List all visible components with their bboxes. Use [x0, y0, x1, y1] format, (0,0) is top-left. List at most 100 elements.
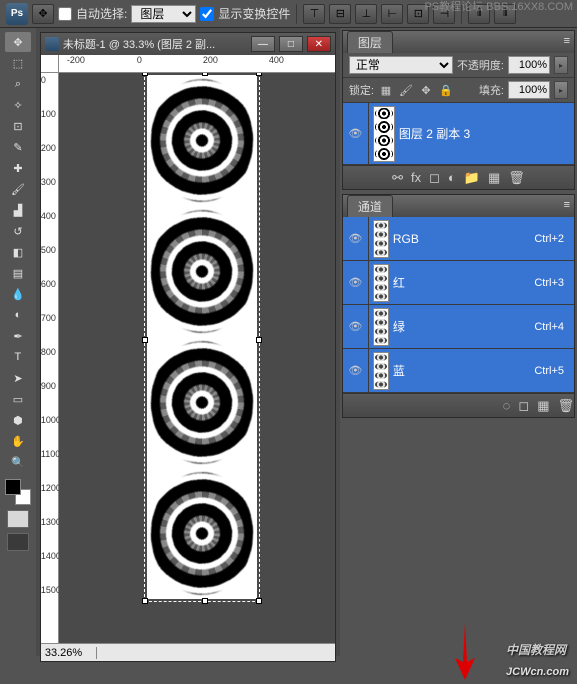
tool-palette: ✥ ⬚ ⌕ ✧ ⊡ ✎ ✚ 🖌 ▟ ↺ ◧ ▤ 💧 ◐ ✒ T ➤ ▭ ⬢ ✋ … [0, 28, 36, 656]
brush-tool[interactable]: 🖌 [5, 179, 31, 199]
channel-row-blue[interactable]: 👁 蓝 Ctrl+5 [343, 349, 574, 393]
type-tool[interactable]: T [5, 347, 31, 367]
lock-all-icon[interactable]: 🔒 [438, 82, 454, 98]
align-vcenter-icon[interactable]: ⊟ [329, 4, 351, 24]
3d-tool[interactable]: ⬢ [5, 410, 31, 430]
lock-pixels-icon[interactable]: 🖌 [398, 82, 414, 98]
crop-tool[interactable]: ⊡ [5, 116, 31, 136]
channel-thumbnail[interactable] [373, 352, 389, 390]
lock-transparent-icon[interactable]: ▦ [378, 82, 394, 98]
delete-channel-icon[interactable]: 🗑 [557, 398, 574, 414]
color-swatch[interactable] [5, 479, 31, 505]
panel-menu-icon[interactable]: ≡ [564, 35, 570, 47]
hand-tool[interactable]: ✋ [5, 431, 31, 451]
align-bottom-icon[interactable]: ⊥ [355, 4, 377, 24]
visibility-toggle-icon[interactable]: 👁 [343, 305, 369, 348]
align-left-icon[interactable]: ⊢ [381, 4, 403, 24]
layer-name[interactable]: 图层 2 副本 3 [399, 125, 470, 142]
new-channel-icon[interactable]: ▦ [537, 398, 549, 414]
new-layer-icon[interactable]: ▦ [488, 170, 500, 186]
transform-handle-ml[interactable] [142, 337, 148, 343]
transform-handle-br[interactable] [256, 598, 262, 604]
lock-position-icon[interactable]: ✥ [418, 82, 434, 98]
minimize-button[interactable]: — [251, 36, 275, 52]
wand-tool[interactable]: ✧ [5, 95, 31, 115]
channel-shortcut: Ctrl+5 [534, 365, 574, 377]
channel-thumbnail[interactable] [373, 220, 389, 258]
transform-handle-tc[interactable] [202, 73, 208, 76]
channel-list[interactable]: 👁 RGB Ctrl+2 👁 红 Ctrl+3 👁 绿 Ctrl+4 [343, 217, 574, 393]
pen-tool[interactable]: ✒ [5, 326, 31, 346]
tab-channels[interactable]: 通道 [347, 195, 393, 217]
layer-thumbnail[interactable] [373, 106, 395, 162]
show-transform-checkbox[interactable] [200, 7, 214, 21]
layer-row[interactable]: 👁 图层 2 副本 3 [343, 103, 574, 165]
auto-select-checkbox[interactable] [58, 7, 72, 21]
zoom-field[interactable]: 33.26% [41, 647, 97, 659]
canvas[interactable] [147, 75, 257, 599]
channel-name: 绿 [393, 318, 534, 335]
channel-thumbnail[interactable] [373, 308, 389, 346]
dodge-tool[interactable]: ◐ [5, 305, 31, 325]
eyedropper-tool[interactable]: ✎ [5, 137, 31, 157]
transform-handle-bc[interactable] [202, 598, 208, 604]
visibility-toggle-icon[interactable]: 👁 [343, 103, 369, 164]
stamp-tool[interactable]: ▟ [5, 200, 31, 220]
transform-handle-bl[interactable] [142, 598, 148, 604]
channel-name: RGB [393, 232, 534, 246]
visibility-toggle-icon[interactable]: 👁 [343, 349, 369, 392]
move-tool[interactable]: ✥ [5, 32, 31, 52]
blur-tool[interactable]: 💧 [5, 284, 31, 304]
channel-row-red[interactable]: 👁 红 Ctrl+3 [343, 261, 574, 305]
visibility-toggle-icon[interactable]: 👁 [343, 217, 369, 260]
watermark-top: PS教程论坛 BBS.16XX8.COM [424, 2, 573, 13]
heal-tool[interactable]: ✚ [5, 158, 31, 178]
title-bar[interactable]: 未标题-1 @ 33.3% (图层 2 副... — □ ✕ [41, 33, 335, 55]
transform-bounds[interactable] [144, 73, 260, 602]
align-top-icon[interactable]: ⊤ [303, 4, 325, 24]
visibility-toggle-icon[interactable]: 👁 [343, 261, 369, 304]
channel-row-green[interactable]: 👁 绿 Ctrl+4 [343, 305, 574, 349]
link-layers-icon[interactable]: ⚯ [392, 170, 403, 186]
screen-mode-button[interactable] [7, 533, 29, 551]
channel-row-rgb[interactable]: 👁 RGB Ctrl+2 [343, 217, 574, 261]
fill-field[interactable] [508, 81, 550, 99]
marquee-tool[interactable]: ⬚ [5, 53, 31, 73]
fill-flyout-icon[interactable]: ▸ [554, 81, 568, 99]
layer-style-icon[interactable]: fx [411, 170, 421, 185]
shape-tool[interactable]: ▭ [5, 389, 31, 409]
gradient-tool[interactable]: ▤ [5, 263, 31, 283]
move-tool-icon: ✥ [32, 4, 54, 24]
opacity-field[interactable] [508, 56, 550, 74]
path-tool[interactable]: ➤ [5, 368, 31, 388]
ruler-vertical[interactable]: 0 100 200 300 400 500 600 700 800 900 10… [41, 73, 59, 643]
standard-mode-button[interactable] [7, 510, 29, 528]
transform-handle-tl[interactable] [142, 73, 148, 76]
opacity-flyout-icon[interactable]: ▸ [554, 56, 568, 74]
tab-layers[interactable]: 图层 [347, 31, 393, 53]
delete-layer-icon[interactable]: 🗑 [508, 170, 525, 186]
load-selection-icon[interactable]: ◌ [503, 398, 511, 413]
transform-handle-mr[interactable] [256, 337, 262, 343]
layer-list[interactable]: 👁 图层 2 副本 3 [343, 103, 574, 165]
maximize-button[interactable]: □ [279, 36, 303, 52]
layer-mask-icon[interactable]: ◻ [429, 170, 440, 186]
blend-mode-select[interactable]: 正常 [349, 56, 453, 74]
zoom-tool[interactable]: 🔍 [5, 452, 31, 472]
transform-handle-tr[interactable] [256, 73, 262, 76]
history-brush-tool[interactable]: ↺ [5, 221, 31, 241]
channel-name: 蓝 [393, 362, 534, 379]
ruler-horizontal[interactable]: -200 0 200 400 [59, 55, 335, 73]
layer-group-icon[interactable]: 📁 [464, 170, 480, 186]
document-area: 未标题-1 @ 33.3% (图层 2 副... — □ ✕ -200 0 20… [36, 28, 340, 656]
panel-menu-icon[interactable]: ≡ [564, 199, 570, 211]
close-button[interactable]: ✕ [307, 36, 331, 52]
canvas-area[interactable] [59, 73, 335, 643]
eraser-tool[interactable]: ◧ [5, 242, 31, 262]
auto-select-target[interactable]: 图层 [131, 5, 196, 23]
save-selection-icon[interactable]: ◻ [518, 398, 529, 414]
fg-color-swatch[interactable] [5, 479, 21, 495]
adjustment-layer-icon[interactable]: ◐ [448, 170, 456, 185]
channel-thumbnail[interactable] [373, 264, 389, 302]
lasso-tool[interactable]: ⌕ [5, 74, 31, 94]
